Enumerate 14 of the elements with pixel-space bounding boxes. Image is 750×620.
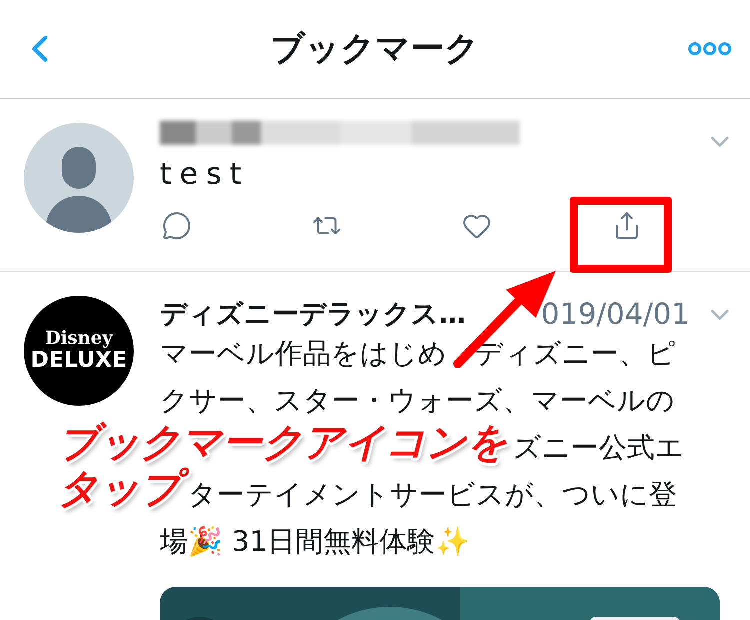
channel-logo: Disney DELUXE xyxy=(24,296,134,406)
tweet-text: クサー、スター・ウォーズ、マーベルの xyxy=(160,383,675,419)
tweet-text: test xyxy=(160,157,251,192)
tweet-text: ディズニー、ピ xyxy=(475,336,676,372)
more-icon[interactable] xyxy=(688,42,732,56)
annotation-text: ブックマークアイコンを xyxy=(57,420,509,466)
tweet-text: ターテイメントサービスが、ついに登 xyxy=(188,478,677,513)
annotation-text: タップ xyxy=(54,466,191,512)
tweet-text: マーベル作品をはじめ xyxy=(160,336,447,372)
tweet-text: ズニー公式エ xyxy=(512,430,684,466)
tweet-text: 場🎉 31日間無料体験✨ xyxy=(160,524,471,560)
account-name: ディズニーデラックス… xyxy=(160,298,466,332)
page-title: ブックマーク xyxy=(270,28,480,71)
tweet-date: 019/04/01 xyxy=(541,297,690,331)
